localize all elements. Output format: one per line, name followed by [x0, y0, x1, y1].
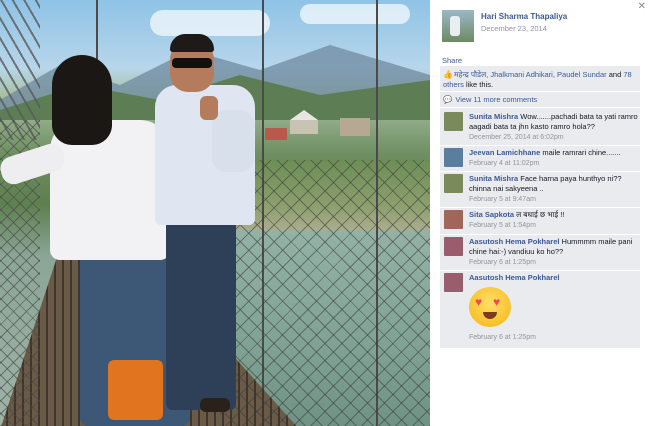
divider: [440, 270, 640, 271]
commenter-avatar[interactable]: [444, 237, 463, 256]
comment-body: Sunita Mishra Wow.......pachadi bata ta …: [469, 112, 638, 143]
comment-item: Sunita Mishra Face harna paya hunthyo ni…: [444, 174, 638, 205]
orange-bag: [108, 360, 163, 420]
author-avatar[interactable]: [442, 10, 474, 42]
man-hair: [170, 34, 214, 52]
bridge-tower: [0, 0, 40, 140]
likers-names[interactable]: महेन्द्र पौडेल, Jhalkmani Adhikari, Paud…: [454, 70, 607, 79]
house: [290, 120, 318, 134]
house-roof: [290, 110, 318, 120]
comment-time[interactable]: February 6 at 1:25pm: [469, 258, 638, 268]
comment-body: Sunita Mishra Face harna paya hunthyo ni…: [469, 174, 638, 205]
comment-time[interactable]: February 5 at 9:47am: [469, 195, 638, 205]
commenter-name[interactable]: Sita Sapkota: [469, 210, 514, 219]
author-header: Hari Sharma Thapaliya December 23, 2014: [442, 10, 567, 42]
comment-time[interactable]: February 6 at 1:25pm: [469, 333, 559, 343]
post-photo[interactable]: [0, 0, 430, 426]
comment-body: Sita Sapkota ल बधाई छ भाई !! February 5 …: [469, 210, 564, 231]
like-icon: 👍: [443, 70, 453, 79]
likes-and: and: [608, 70, 622, 79]
divider: [440, 145, 640, 146]
divider: [440, 107, 640, 108]
heart-eye-icon: ♥: [493, 295, 501, 309]
comment-bubble-icon: 💬: [443, 95, 453, 104]
commenter-avatar[interactable]: [444, 210, 463, 229]
house: [265, 128, 287, 140]
commenter-avatar[interactable]: [444, 112, 463, 131]
commenter-name[interactable]: Aasutosh Hema Pokharel: [469, 273, 559, 282]
emoji-mouth: [483, 312, 497, 319]
author-name[interactable]: Hari Sharma Thapaliya: [481, 12, 567, 21]
share-link[interactable]: Share: [442, 56, 462, 65]
commenter-avatar[interactable]: [444, 174, 463, 193]
comment-body: Aasutosh Hema Pokharel ♥ ♥ February 6 at…: [469, 273, 559, 343]
comment-time[interactable]: February 5 at 1:54pm: [469, 221, 564, 231]
comment-item: Sita Sapkota ल बधाई छ भाई !! February 5 …: [444, 210, 638, 231]
heart-eyes-emoji-sticker: ♥ ♥: [469, 287, 511, 327]
commenter-avatar[interactable]: [444, 273, 463, 292]
likes-suffix: like this.: [465, 80, 494, 89]
commenter-name[interactable]: Sunita Mishra: [469, 174, 518, 183]
view-more-label[interactable]: View 11 more comments: [455, 95, 537, 104]
divider: [440, 207, 640, 208]
likes-summary: 👍महेन्द्र पौडेल, Jhalkmani Adhikari, Pau…: [443, 70, 638, 90]
comment-item: Jeevan Lamichhane maile ramrari chine...…: [444, 148, 638, 169]
commenter-name[interactable]: Jeevan Lamichhane: [469, 148, 540, 157]
view-more-comments[interactable]: 💬 View 11 more comments: [443, 95, 537, 104]
divider: [440, 171, 640, 172]
comment-item: Aasutosh Hema Pokharel Hummmm maile pani…: [444, 237, 638, 268]
comment-text: maile ramrari chine.......: [542, 148, 621, 157]
commenter-name[interactable]: Aasutosh Hema Pokharel: [469, 237, 559, 246]
thumbs-up-hand: [200, 96, 218, 120]
comment-body: Jeevan Lamichhane maile ramrari chine...…: [469, 148, 621, 169]
comment-item: Aasutosh Hema Pokharel ♥ ♥ February 6 at…: [444, 273, 638, 343]
woman-hair: [52, 55, 112, 145]
close-icon[interactable]: ✕: [638, 1, 646, 12]
commenter-name[interactable]: Sunita Mishra: [469, 112, 518, 121]
heart-eye-icon: ♥: [475, 295, 483, 309]
divider: [440, 234, 640, 235]
sunglasses: [172, 58, 212, 68]
comment-time[interactable]: February 4 at 11:02pm: [469, 159, 621, 169]
man-shoe: [200, 398, 230, 412]
commenter-avatar[interactable]: [444, 148, 463, 167]
comment-item: Sunita Mishra Wow.......pachadi bata ta …: [444, 112, 638, 143]
comment-body: Aasutosh Hema Pokharel Hummmm maile pani…: [469, 237, 638, 268]
comment-text: ल बधाई छ भाई !!: [516, 210, 565, 219]
cloud: [300, 4, 410, 24]
divider: [440, 91, 640, 92]
author-meta: Hari Sharma Thapaliya December 23, 2014: [481, 12, 567, 33]
comment-time[interactable]: December 25, 2014 at 6:02pm: [469, 133, 638, 143]
post-date[interactable]: December 23, 2014: [481, 24, 567, 33]
man-jeans: [166, 220, 236, 410]
man-arm: [212, 110, 254, 172]
house: [340, 118, 370, 136]
cloud: [150, 10, 270, 36]
